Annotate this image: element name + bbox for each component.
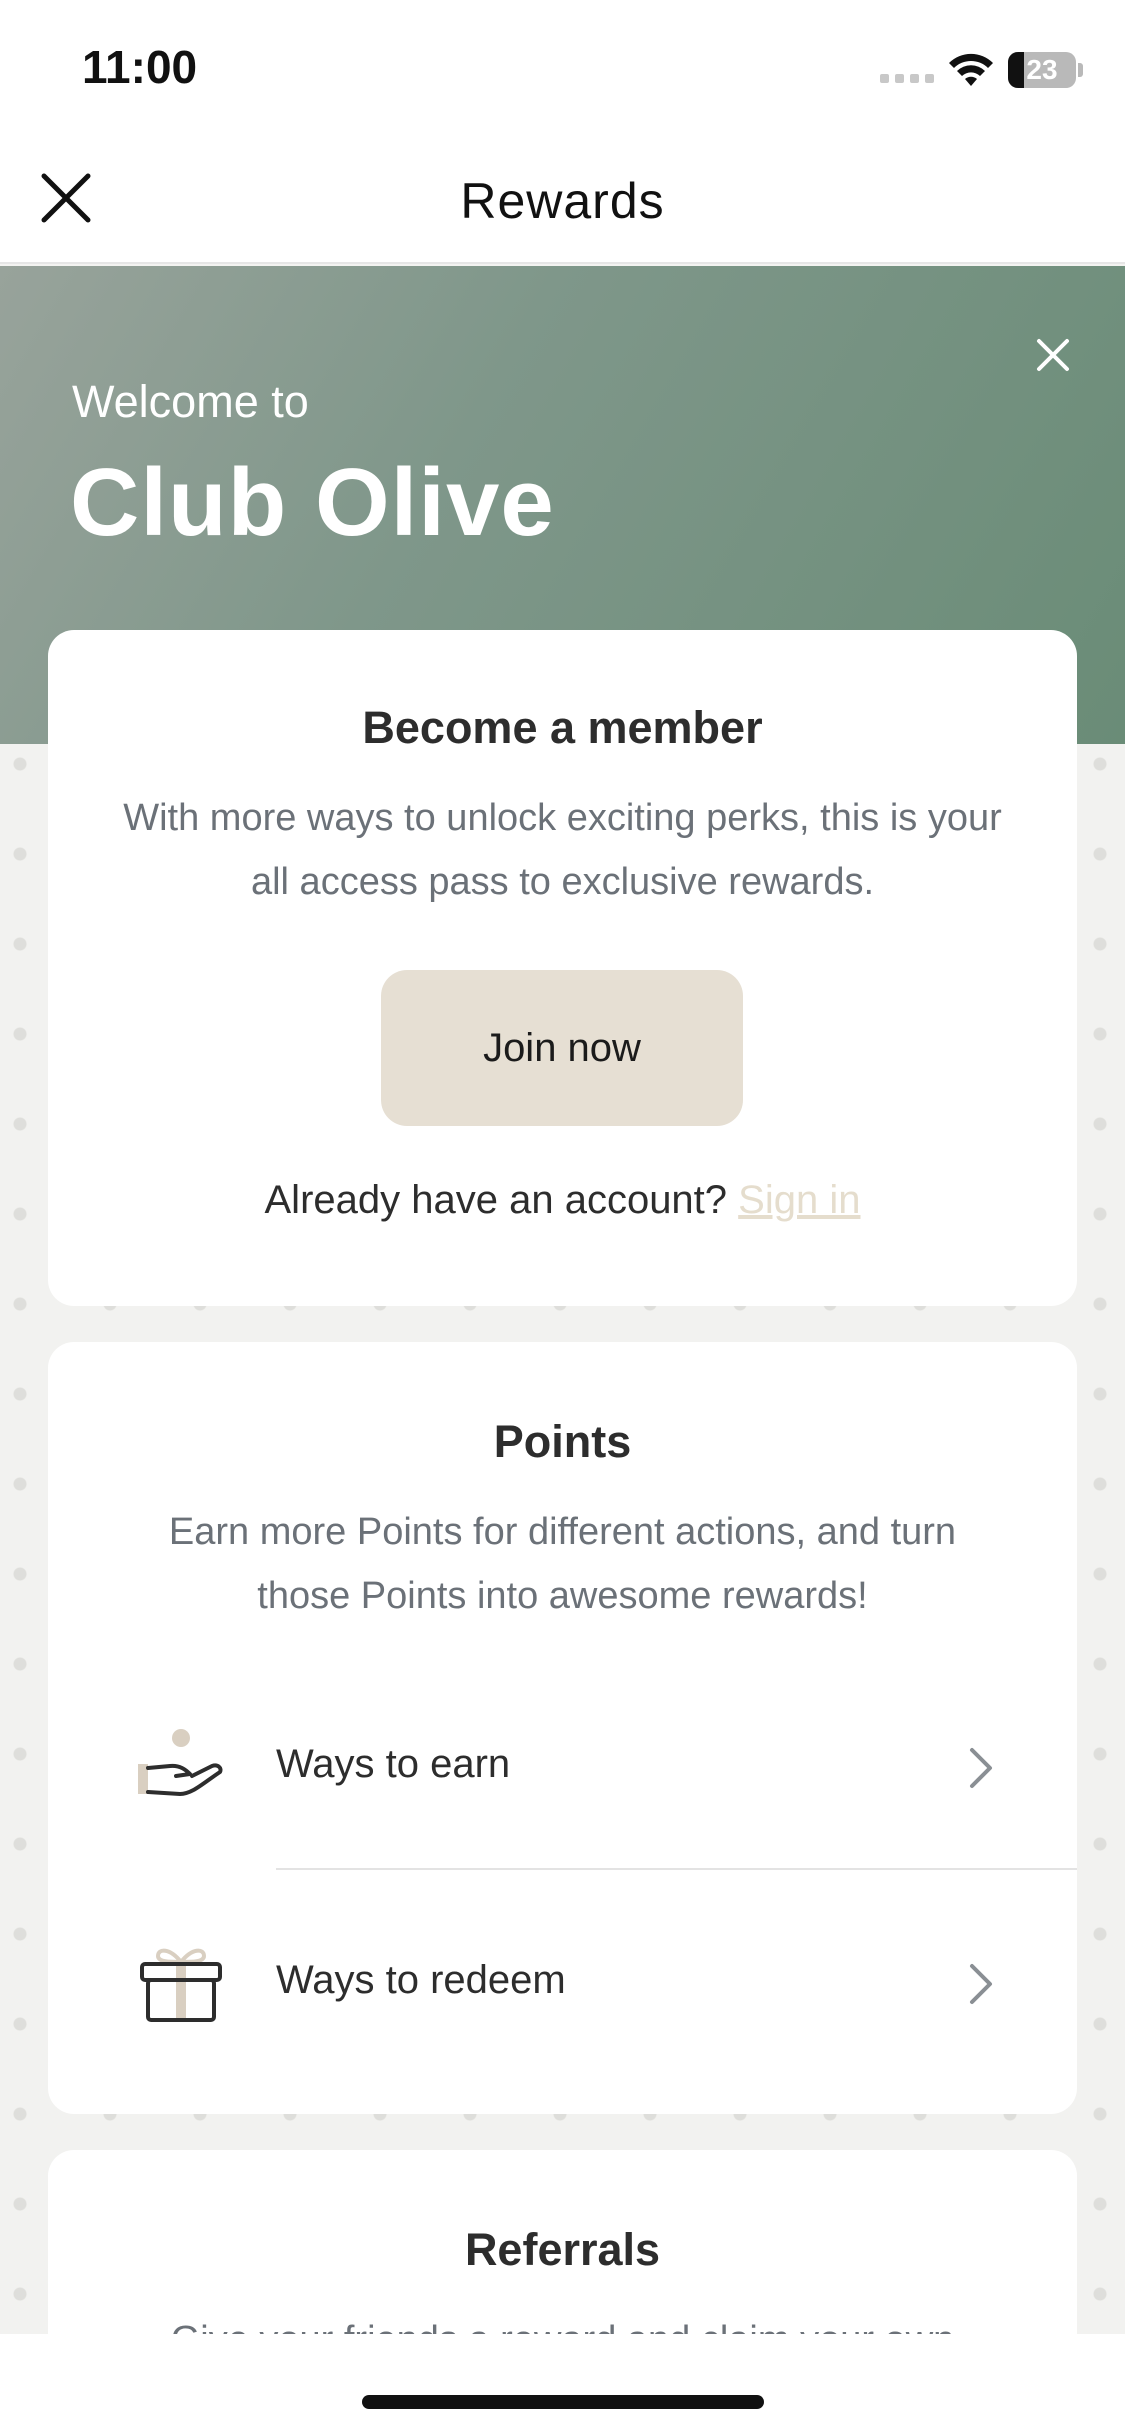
signal-icon (880, 74, 934, 83)
ways-to-redeem-row[interactable]: Ways to redeem (48, 1908, 1077, 2058)
battery-cap (1078, 63, 1083, 77)
wifi-icon (949, 53, 993, 86)
page-title: Rewards (460, 173, 665, 229)
join-now-button[interactable]: Join now (381, 970, 743, 1126)
status-bar: 11:00 23 (0, 0, 1125, 140)
row-divider (276, 1868, 1077, 1870)
member-card-title: Become a member (362, 702, 763, 753)
hand-coin-icon (138, 1729, 223, 1796)
nav-header: Rewards (0, 140, 1125, 264)
hero-title: Club Olive (70, 449, 555, 556)
status-time: 11:00 (82, 41, 198, 93)
gift-icon (140, 1948, 222, 2022)
ways-to-earn-label: Ways to earn (276, 1742, 511, 1786)
points-card-description: Earn more Points for different actions, … (168, 1511, 957, 1617)
ways-to-redeem-label: Ways to redeem (276, 1958, 566, 2002)
hero-pre-title: Welcome to (72, 376, 309, 427)
member-card-description: With more ways to unlock exciting perks,… (123, 797, 1002, 903)
battery-icon: 23 (1008, 52, 1076, 88)
chevron-right-icon (970, 1748, 992, 1788)
hero-dismiss-button[interactable] (1030, 332, 1076, 378)
member-card: Become a member With more ways to unlock… (48, 630, 1077, 1306)
signin-prompt: Already have an account? (264, 1178, 728, 1222)
referrals-card-title: Referrals (464, 2224, 661, 2275)
battery-level: 23 (1026, 54, 1058, 85)
signin-link[interactable]: Sign in (738, 1178, 860, 1222)
bottom-safe-area (0, 2334, 1125, 2436)
signin-line: Already have an account? Sign in (48, 1178, 1077, 1223)
chevron-right-icon (970, 1964, 992, 2004)
ways-to-earn-row[interactable]: Ways to earn (48, 1692, 1077, 1842)
close-icon (1037, 339, 1069, 371)
points-card: Points Earn more Points for different ac… (48, 1342, 1077, 2114)
points-card-title: Points (493, 1416, 632, 1467)
home-indicator[interactable] (362, 2395, 764, 2409)
